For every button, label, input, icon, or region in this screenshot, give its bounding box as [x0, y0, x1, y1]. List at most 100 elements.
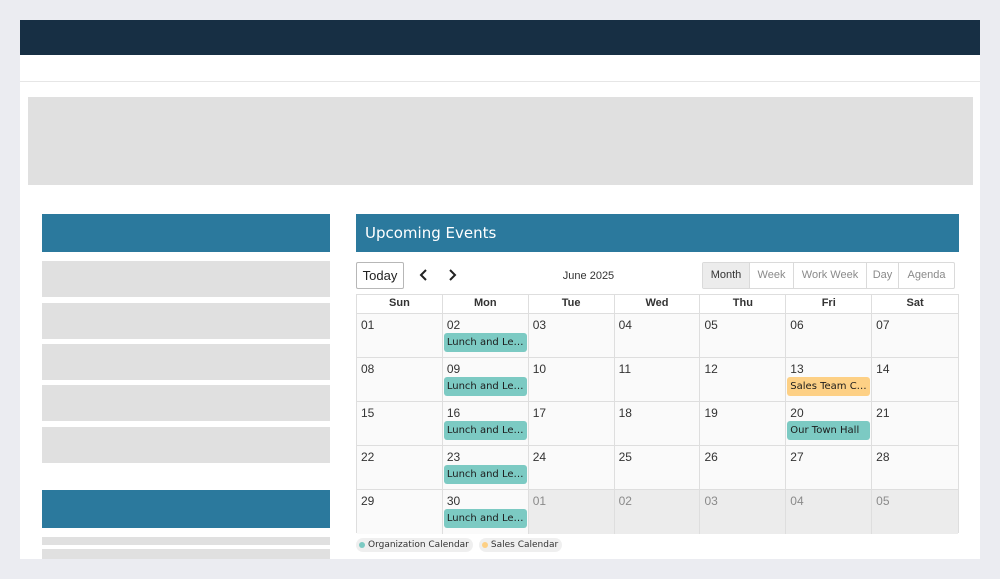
view-work-week-button[interactable]: Work Week: [794, 263, 867, 288]
calendar-event[interactable]: Our Town Hall: [787, 421, 871, 440]
day-number: 13: [790, 362, 804, 376]
calendar-day-cell[interactable]: 11: [614, 358, 701, 401]
calendar-day-cell[interactable]: 21: [872, 402, 959, 445]
calendar-week-row: 15 16 Lunch and Learn 17 18 19 20 Our Town Hall…: [357, 402, 959, 446]
day-number: 26: [704, 450, 718, 464]
calendar-event[interactable]: Lunch and Learn: [443, 509, 527, 528]
legend-label: Organization Calendar: [368, 540, 469, 550]
day-number: 03: [532, 318, 547, 332]
day-number: 17: [532, 406, 547, 420]
day-of-week-label: Tue: [529, 295, 615, 313]
calendar-day-cell[interactable]: 13 Sales Team C…: [786, 358, 873, 401]
view-week-button[interactable]: Week: [750, 263, 794, 288]
calendar-day-cell[interactable]: 01: [528, 490, 615, 534]
legend-item[interactable]: Organization Calendar: [356, 538, 473, 552]
calendar-day-cell[interactable]: 20 Our Town Hall: [786, 402, 873, 445]
day-number: 15: [361, 406, 375, 420]
sidebar-item[interactable]: [42, 427, 330, 463]
day-number: 10: [532, 362, 547, 376]
calendar-event[interactable]: Sales Team C…: [787, 377, 871, 396]
calendar-day-cell[interactable]: 14: [872, 358, 959, 401]
day-number: 02: [446, 318, 461, 332]
day-of-week-label: Sun: [357, 295, 443, 313]
calendar-day-cell[interactable]: 04: [614, 314, 701, 357]
sidebar-section-header-2: [42, 490, 330, 528]
day-number: 12: [704, 362, 718, 376]
day-number: 07: [876, 318, 890, 332]
legend-item[interactable]: Sales Calendar: [478, 538, 563, 552]
calendar-day-cell[interactable]: 04: [786, 490, 873, 534]
day-number: 06: [790, 318, 804, 332]
day-number: 29: [361, 494, 375, 508]
calendar-day-cell[interactable]: 05: [700, 314, 787, 357]
day-number: 19: [704, 406, 718, 420]
calendar-event[interactable]: Lunch and Learn: [443, 421, 527, 440]
day-of-week-label: Sat: [906, 297, 924, 309]
month-calendar: Sun Mon Tue Wed Thu Fri Sat 01 02 Lunch and Lear…: [356, 294, 959, 534]
legend-label: Sales Calendar: [490, 540, 559, 550]
day-number: 21: [876, 406, 890, 420]
calendar-day-cell[interactable]: 09 Lunch and Learn: [442, 358, 529, 401]
page: Upcoming Events Today June 2025 Month Wee…: [20, 20, 980, 559]
chevron-left-icon[interactable]: [416, 265, 432, 285]
calendar-day-cell[interactable]: 30 Lunch and Learn: [442, 490, 529, 534]
calendar-day-cell[interactable]: 02: [614, 490, 701, 534]
day-of-week-label: Mon: [443, 295, 529, 313]
calendar-day-cell[interactable]: 10: [528, 358, 615, 401]
day-of-week-label: Fri: [786, 295, 873, 313]
top-navigation-bar: [20, 20, 980, 55]
calendar-event[interactable]: Lunch and Learn: [443, 377, 527, 396]
calendar-day-cell[interactable]: 28: [872, 446, 959, 489]
day-number: 05: [704, 318, 718, 332]
calendar-day-cell[interactable]: 02 Lunch and Learn: [442, 314, 529, 357]
sidebar-item[interactable]: [42, 261, 330, 297]
calendar-day-cell[interactable]: 05: [872, 490, 959, 534]
calendar-day-cell[interactable]: 24: [528, 446, 615, 489]
calendar-day-cell[interactable]: 12: [700, 358, 787, 401]
calendar-day-cell[interactable]: 16 Lunch and Learn: [442, 402, 529, 445]
upcoming-events-header: Upcoming Events: [356, 214, 959, 252]
chevron-right-icon[interactable]: [444, 265, 460, 285]
calendar-day-cell[interactable]: 15: [357, 402, 443, 445]
calendar-day-cell[interactable]: 17: [528, 402, 615, 445]
day-number: 08: [361, 362, 375, 376]
today-button[interactable]: Today: [356, 262, 404, 289]
calendar-day-cell[interactable]: 27: [786, 446, 873, 489]
day-number: 09: [446, 362, 461, 376]
day-number: 18: [618, 406, 632, 420]
sidebar-item[interactable]: [42, 549, 330, 559]
calendar-toolbar: Today June 2025 Month Week Work Week Day Age…: [356, 261, 959, 291]
day-number: 04: [618, 318, 632, 332]
calendar-day-cell[interactable]: 01: [357, 314, 443, 357]
sidebar-item[interactable]: [42, 344, 330, 380]
day-number: 22: [361, 450, 375, 464]
day-of-week-label: Thu: [700, 295, 787, 313]
calendar-day-cell[interactable]: 18: [614, 402, 701, 445]
calendar-week-row: 29 30 Lunch and Learn 01 02 03 04 05: [357, 490, 959, 534]
calendar-day-cell[interactable]: 26: [700, 446, 787, 489]
calendar-day-cell[interactable]: 22: [357, 446, 443, 489]
calendar-day-cell[interactable]: 29: [357, 490, 443, 534]
day-number: 03: [704, 494, 718, 508]
calendar-event[interactable]: Lunch and Learn: [443, 465, 527, 484]
calendar-event[interactable]: Lunch and Learn: [443, 333, 527, 352]
calendar-day-cell[interactable]: 06: [786, 314, 873, 357]
calendar-day-cell[interactable]: 19: [700, 402, 787, 445]
sidebar-item[interactable]: [42, 303, 330, 339]
day-number: 16: [446, 406, 461, 420]
calendar-day-cell[interactable]: 03: [528, 314, 615, 357]
view-agenda-button[interactable]: Agenda: [899, 263, 954, 288]
day-number: 24: [532, 450, 547, 464]
sidebar-section-header: [42, 214, 330, 252]
day-number: 20: [790, 406, 804, 420]
view-month-button[interactable]: Month: [703, 263, 750, 288]
sidebar-item[interactable]: [42, 537, 330, 545]
sidebar-item[interactable]: [42, 385, 330, 421]
calendar-day-cell[interactable]: 07: [872, 314, 959, 357]
view-day-button[interactable]: Day: [867, 263, 899, 288]
calendar-day-cell[interactable]: 08: [357, 358, 443, 401]
calendar-day-cell[interactable]: 03: [700, 490, 787, 534]
days-of-week-header: Sun Mon Tue Wed Thu Fri Sat: [357, 295, 958, 314]
calendar-day-cell[interactable]: 25: [614, 446, 701, 489]
calendar-day-cell[interactable]: 23 Lunch and Learn: [442, 446, 529, 489]
